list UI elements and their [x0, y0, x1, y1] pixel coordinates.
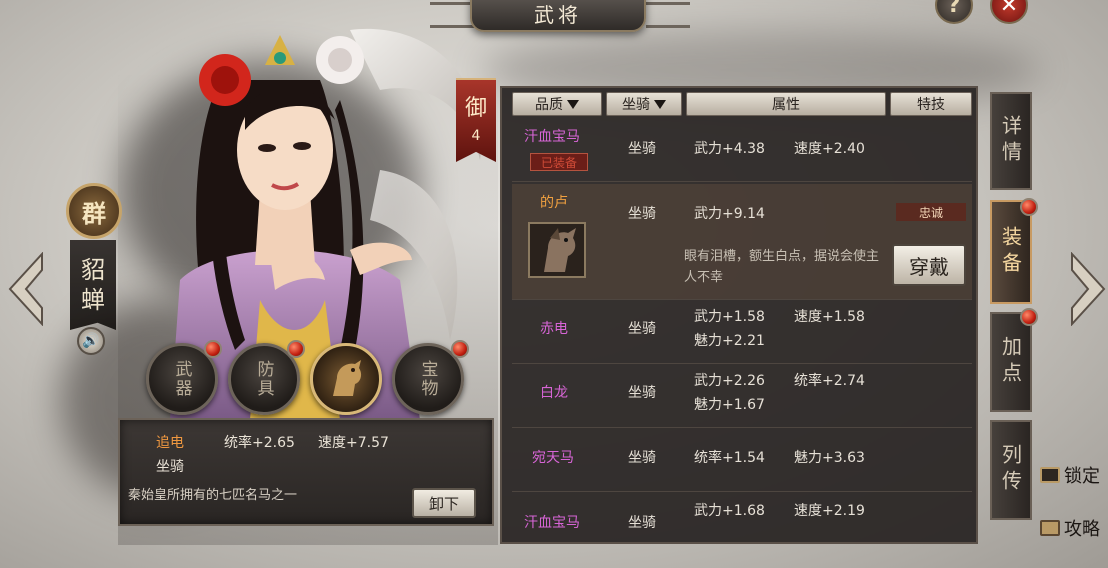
tab-points[interactable]: 加点	[990, 312, 1032, 412]
attr-value: 武力+9.14	[694, 206, 765, 222]
equipped-stat: 统率+2.65	[224, 435, 295, 451]
attr-value: 魅力+3.63	[794, 450, 865, 466]
slot-mount[interactable]	[310, 343, 382, 415]
sort-mount-header[interactable]: 坐骑	[606, 92, 682, 116]
alert-dot-icon	[451, 340, 469, 358]
attr-value: 统率+2.74	[794, 373, 865, 389]
mount-type: 坐骑	[628, 141, 656, 157]
attr-header: 属性	[686, 92, 886, 116]
equipped-mount-panel: 追电 统率+2.65 速度+7.57 坐骑 秦始皇所拥有的七匹名马之一 卸下	[118, 418, 494, 526]
lock-link[interactable]: 锁定	[1040, 462, 1100, 488]
attr-value: 武力+4.38	[694, 141, 765, 157]
attr-value: 武力+1.68	[694, 503, 765, 519]
chevron-left-icon	[8, 252, 43, 326]
tab-details[interactable]: 详情	[990, 92, 1032, 190]
unequip-button[interactable]: 卸下	[412, 488, 476, 518]
faction-text: 群	[82, 198, 106, 228]
alert-dot-icon	[287, 340, 305, 358]
tab-label: 装备	[998, 226, 1023, 278]
mount-type: 坐骑	[628, 450, 656, 466]
attr-value: 速度+2.40	[794, 141, 865, 157]
mount-name: 的卢	[540, 195, 568, 211]
tier-char: 御	[464, 96, 487, 121]
equipped-badge: 已装备	[530, 153, 588, 171]
alert-dot-icon	[1020, 308, 1038, 326]
horse-icon	[530, 224, 584, 276]
page-title: 武将	[470, 0, 646, 32]
mount-type: 坐骑	[628, 206, 656, 222]
alert-dot-icon	[204, 340, 222, 358]
equipped-mount-type: 坐骑	[156, 459, 184, 475]
mount-name: 汗血宝马	[524, 515, 580, 531]
mount-desc: 眼有泪槽，额生白点，据说会使主人不幸	[684, 249, 880, 285]
mount-name: 白龙	[540, 385, 568, 401]
mount-thumbnail	[528, 222, 586, 278]
tab-biography[interactable]: 列传	[990, 420, 1032, 520]
help-button[interactable]: ?	[935, 0, 973, 24]
skill-header: 特技	[890, 92, 972, 116]
mount-type: 坐骑	[628, 385, 656, 401]
tier-number: 4	[471, 128, 481, 144]
attr-value: 速度+1.58	[794, 309, 865, 325]
equipped-mount-desc: 秦始皇所拥有的七匹名马之一	[128, 488, 298, 503]
guide-label: 攻略	[1064, 519, 1100, 540]
slot-label: 武器	[171, 360, 192, 398]
mount-name: 宛天马	[532, 450, 574, 466]
voice-button[interactable]: 🔊	[77, 327, 105, 355]
prev-general-button[interactable]	[4, 250, 48, 328]
horse-icon	[333, 360, 362, 396]
tab-label: 加点	[998, 336, 1023, 388]
mount-type: 坐骑	[628, 321, 656, 337]
alert-dot-icon	[1020, 198, 1038, 216]
equipped-mount-name: 追电	[156, 435, 184, 451]
tab-label: 详情	[998, 115, 1023, 167]
dropdown-arrow-icon	[654, 99, 666, 109]
tier-tag: 御 4	[456, 78, 496, 162]
mount-type: 坐骑	[628, 515, 656, 531]
lock-label: 锁定	[1064, 466, 1100, 487]
page-title-text: 武将	[534, 2, 582, 27]
header-label: 品质	[535, 97, 563, 113]
close-button[interactable]: ✕	[990, 0, 1028, 24]
sort-quality-header[interactable]: 品质	[512, 92, 602, 116]
chevron-right-icon	[1071, 252, 1106, 326]
slot-label: 防具	[253, 360, 274, 398]
mount-name: 汗血宝马	[524, 129, 580, 145]
tab-label: 列传	[998, 444, 1023, 496]
close-icon: ✕	[999, 0, 1019, 18]
slot-label: 宝物	[417, 360, 438, 398]
skill-tag: 忠诚	[896, 203, 966, 221]
header-label: 坐骑	[622, 97, 650, 113]
attr-value: 魅力+1.67	[694, 397, 765, 413]
attr-value: 统率+1.54	[694, 450, 765, 466]
scroll-icon	[1040, 520, 1060, 536]
next-general-button[interactable]	[1066, 250, 1108, 328]
faction-badge: 群	[66, 183, 122, 239]
title-ornament	[646, 2, 690, 28]
mount-name: 赤电	[540, 321, 568, 337]
lock-icon	[1040, 467, 1060, 483]
attr-value: 速度+2.19	[794, 503, 865, 519]
general-name-char: 蝉	[81, 286, 105, 314]
header-label: 特技	[917, 97, 945, 113]
attr-value: 魅力+2.21	[694, 333, 765, 349]
question-icon: ?	[947, 0, 961, 18]
header-label: 属性	[772, 97, 800, 113]
equip-button[interactable]: 穿戴	[892, 244, 966, 286]
attr-value: 武力+2.26	[694, 373, 765, 389]
speaker-icon: 🔊	[82, 333, 100, 349]
general-name-char: 貂	[81, 256, 105, 284]
dropdown-arrow-icon	[567, 99, 579, 109]
attr-value: 武力+1.58	[694, 309, 765, 325]
guide-link[interactable]: 攻略	[1040, 515, 1100, 541]
general-name: 貂 蝉	[70, 240, 116, 330]
equipped-stat: 速度+7.57	[318, 435, 389, 451]
